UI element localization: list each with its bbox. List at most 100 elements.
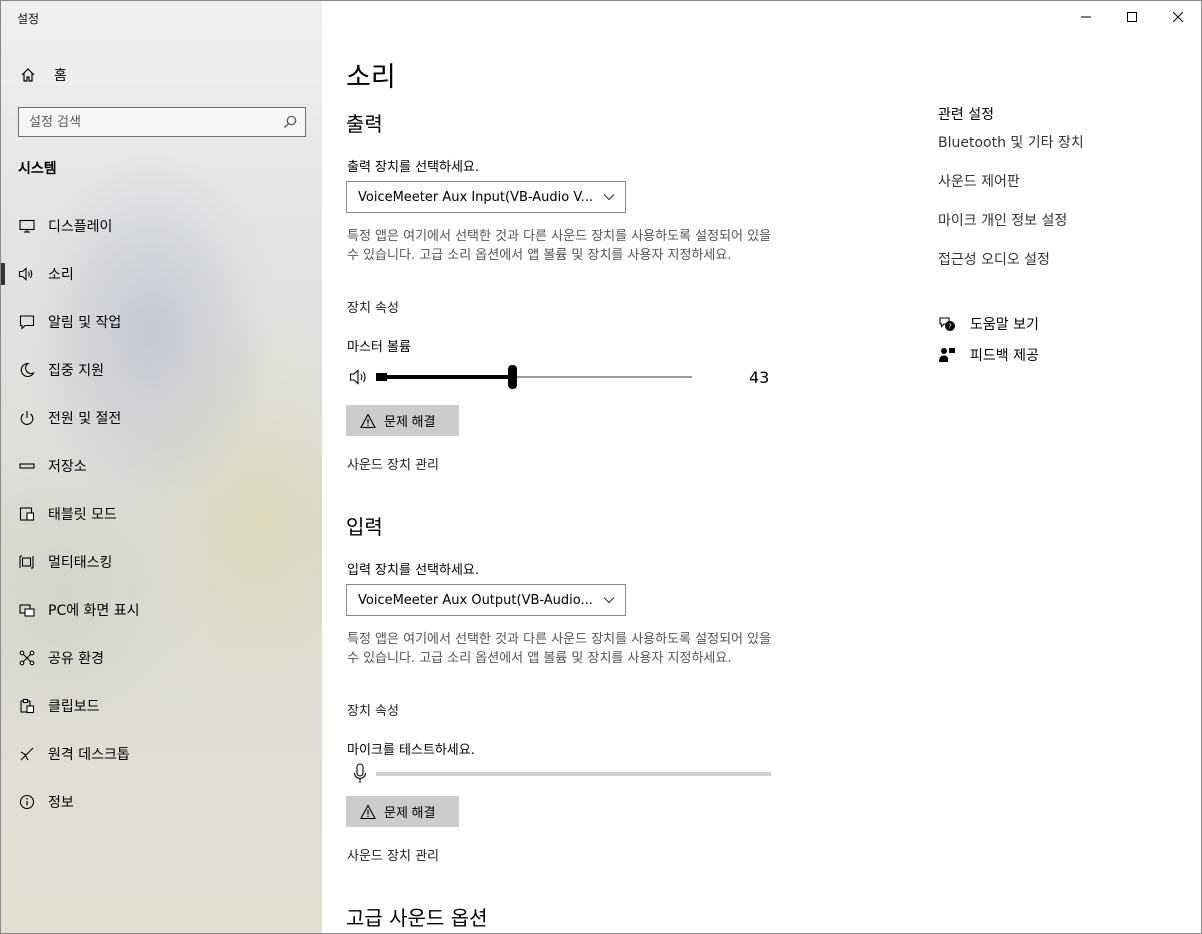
- output-device-value: VoiceMeeter Aux Input(VB-Audio V...: [358, 189, 593, 205]
- svg-text:?: ?: [948, 323, 952, 331]
- master-volume-thumb[interactable]: [507, 365, 517, 389]
- sidebar-item-label: 공유 환경: [48, 651, 104, 667]
- get-help-link[interactable]: ? 도움말 보기: [938, 314, 1039, 334]
- input-device-value: VoiceMeeter Aux Output(VB-Audio...: [358, 592, 593, 608]
- sidebar-item-about[interactable]: 정보: [1, 778, 322, 826]
- share-icon: [18, 649, 36, 667]
- sidebar: 설정 홈 시스템 디스플레이 소리 알림 및: [1, 1, 322, 933]
- window-controls: [1063, 1, 1201, 33]
- give-feedback-label: 피드백 제공: [970, 348, 1039, 364]
- home-icon: [18, 65, 38, 85]
- sidebar-item-label: 멀티태스킹: [48, 555, 113, 571]
- warning-icon: [360, 803, 376, 820]
- multitask-icon: [18, 553, 36, 571]
- sidebar-item-clipboard[interactable]: 클립보드: [1, 682, 322, 730]
- sidebar-nav: 디스플레이 소리 알림 및 작업 집중 지원 전원 및 절전 저장소 태블릿 모…: [1, 202, 322, 826]
- sidebar-item-power[interactable]: 전원 및 절전: [1, 394, 322, 442]
- sidebar-item-multitasking[interactable]: 멀티태스킹: [1, 538, 322, 586]
- section-label: 시스템: [18, 161, 57, 177]
- clipboard-icon: [18, 697, 36, 715]
- sidebar-item-project[interactable]: PC에 화면 표시: [1, 586, 322, 634]
- search-box[interactable]: [18, 107, 306, 137]
- related-settings-title: 관련 설정: [938, 107, 994, 123]
- close-icon: [1172, 11, 1184, 23]
- microphone-icon: [352, 763, 368, 785]
- master-volume-fill: [376, 375, 512, 379]
- minimize-icon: [1081, 16, 1091, 18]
- help-chat-icon: ?: [938, 315, 956, 333]
- monitor-icon: [18, 217, 36, 235]
- sidebar-item-focus-assist[interactable]: 집중 지원: [1, 346, 322, 394]
- output-troubleshoot-button[interactable]: 문제 해결: [346, 405, 459, 436]
- sidebar-item-label: 소리: [48, 267, 74, 283]
- moon-icon: [18, 361, 36, 379]
- speaker-icon[interactable]: [349, 368, 369, 386]
- chevron-down-icon: [603, 191, 615, 203]
- related-link-mic-privacy[interactable]: 마이크 개인 정보 설정: [938, 210, 1067, 230]
- notification-icon: [18, 313, 36, 331]
- sidebar-item-label: 태블릿 모드: [48, 507, 117, 523]
- maximize-button[interactable]: [1109, 1, 1155, 33]
- sidebar-item-label: PC에 화면 표시: [48, 603, 140, 619]
- input-troubleshoot-button[interactable]: 문제 해결: [346, 796, 459, 827]
- sidebar-item-label: 전원 및 절전: [48, 411, 122, 427]
- chevron-down-icon: [603, 594, 615, 606]
- home-label: 홈: [54, 68, 67, 84]
- search-input[interactable]: [29, 114, 269, 130]
- search-icon[interactable]: [282, 114, 298, 130]
- power-icon: [18, 409, 36, 427]
- mic-test-row: [346, 761, 786, 787]
- input-troubleshoot-label: 문제 해결: [384, 805, 436, 820]
- mic-level-meter: [376, 772, 771, 776]
- minimize-button[interactable]: [1063, 1, 1109, 33]
- speaker-icon: [18, 265, 36, 283]
- sidebar-item-remote-desktop[interactable]: 원격 데스크톱: [1, 730, 322, 778]
- related-link-bluetooth[interactable]: Bluetooth 및 기타 장치: [938, 132, 1084, 152]
- output-device-properties-link[interactable]: 장치 속성: [347, 297, 399, 316]
- sidebar-item-label: 정보: [48, 795, 74, 811]
- maximize-icon: [1127, 12, 1137, 22]
- master-volume-start: [376, 373, 387, 381]
- sidebar-item-shared-experiences[interactable]: 공유 환경: [1, 634, 322, 682]
- output-manage-devices-link[interactable]: 사운드 장치 관리: [347, 454, 439, 473]
- input-manage-devices-link[interactable]: 사운드 장치 관리: [347, 845, 439, 864]
- master-volume-value: 43: [749, 368, 770, 387]
- close-button[interactable]: [1155, 1, 1201, 33]
- output-troubleshoot-label: 문제 해결: [384, 414, 436, 429]
- sidebar-item-label: 저장소: [48, 459, 87, 475]
- feedback-icon: [938, 346, 956, 364]
- sidebar-item-storage[interactable]: 저장소: [1, 442, 322, 490]
- input-select-label: 입력 장치를 선택하세요.: [347, 563, 479, 578]
- sidebar-item-sound[interactable]: 소리: [1, 250, 322, 298]
- storage-icon: [18, 457, 36, 475]
- tablet-icon: [18, 505, 36, 523]
- remote-desktop-icon: [18, 745, 36, 763]
- input-device-properties-link[interactable]: 장치 속성: [347, 700, 399, 719]
- related-link-sound-control-panel[interactable]: 사운드 제어판: [938, 171, 1020, 191]
- project-icon: [18, 601, 36, 619]
- main-content: 소리 출력 출력 장치를 선택하세요. VoiceMeeter Aux Inpu…: [322, 1, 922, 933]
- mic-test-label: 마이크를 테스트하세요.: [347, 743, 475, 758]
- sidebar-item-tablet-mode[interactable]: 태블릿 모드: [1, 490, 322, 538]
- related-link-accessibility-audio[interactable]: 접근성 오디오 설정: [938, 249, 1050, 269]
- master-volume-row: 43: [346, 365, 786, 389]
- sidebar-item-label: 알림 및 작업: [48, 315, 122, 331]
- sidebar-item-display[interactable]: 디스플레이: [1, 202, 322, 250]
- input-device-dropdown[interactable]: VoiceMeeter Aux Output(VB-Audio...: [346, 584, 626, 616]
- info-icon: [18, 793, 36, 811]
- output-description: 특정 앱은 여기에서 선택한 것과 다른 사운드 장치를 사용하도록 설정되어 …: [347, 229, 772, 263]
- sidebar-item-notifications[interactable]: 알림 및 작업: [1, 298, 322, 346]
- get-help-label: 도움말 보기: [970, 317, 1039, 333]
- sidebar-item-label: 집중 지원: [48, 363, 104, 379]
- sidebar-item-label: 클립보드: [48, 699, 100, 715]
- output-select-label: 출력 장치를 선택하세요.: [347, 160, 479, 175]
- sidebar-item-label: 원격 데스크톱: [48, 747, 130, 763]
- output-device-dropdown[interactable]: VoiceMeeter Aux Input(VB-Audio V...: [346, 181, 626, 213]
- settings-window: 설정 홈 시스템 디스플레이 소리 알림 및: [0, 0, 1202, 934]
- app-title: 설정: [17, 12, 40, 26]
- sidebar-item-label: 디스플레이: [48, 219, 113, 235]
- input-description: 특정 앱은 여기에서 선택한 것과 다른 사운드 장치를 사용하도록 설정되어 …: [347, 632, 772, 666]
- give-feedback-link[interactable]: 피드백 제공: [938, 345, 1039, 365]
- input-heading: 입력: [346, 515, 383, 539]
- home-nav-item[interactable]: 홈: [18, 63, 308, 87]
